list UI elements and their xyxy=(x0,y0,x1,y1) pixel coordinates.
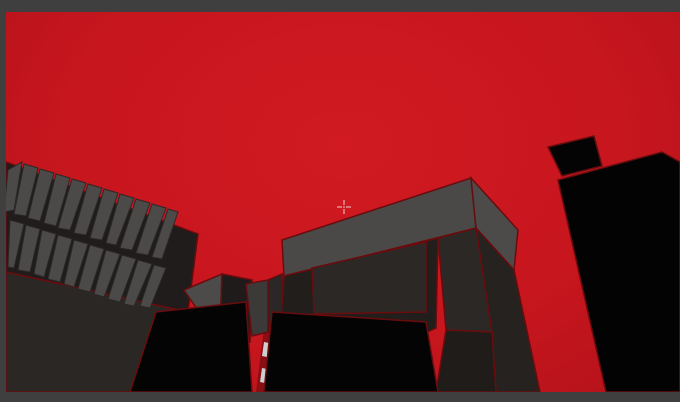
foreground-dark-wall xyxy=(263,311,439,392)
right-tower xyxy=(546,135,680,392)
game-window xyxy=(0,0,680,402)
crosshair-icon xyxy=(337,200,351,214)
game-viewport[interactable] xyxy=(6,12,680,392)
